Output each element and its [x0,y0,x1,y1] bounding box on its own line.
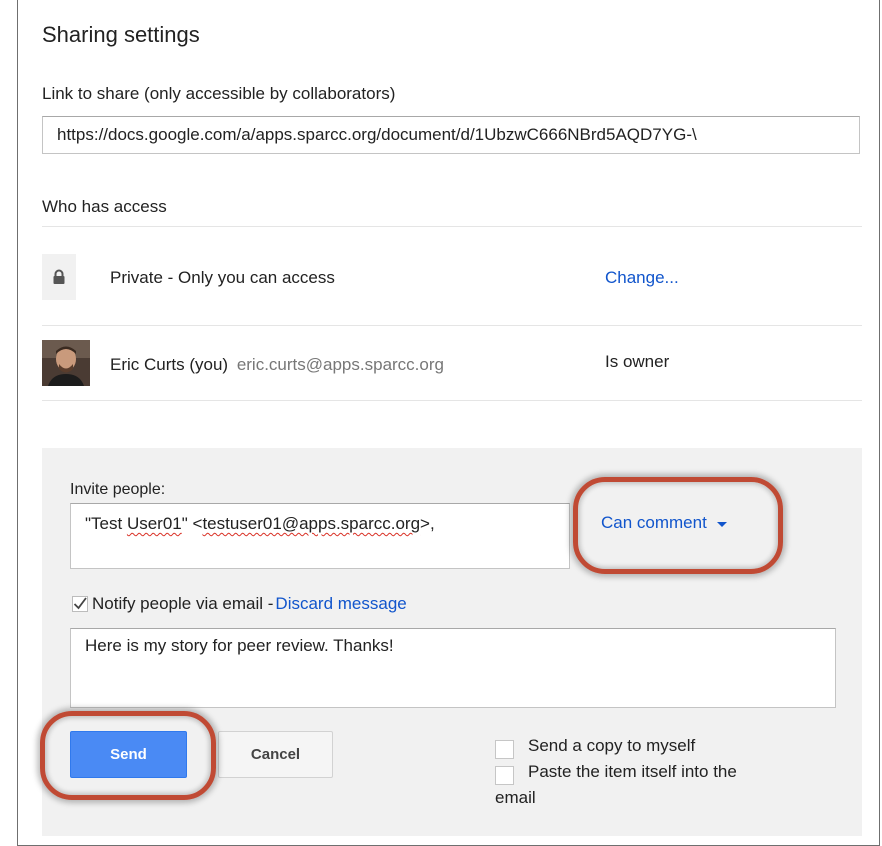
owner-role: Is owner [605,352,670,371]
owner-info: Eric Curts (you) eric.curts@apps.sparcc.… [110,355,444,375]
paste-item-label: Paste the item itself into the [528,762,737,781]
invite-value-user: User01 [126,514,182,533]
notify-checkbox[interactable] [72,596,88,612]
share-link-field[interactable]: https://docs.google.com/a/apps.sparcc.or… [42,116,860,154]
access-private-text: Private - Only you can access [110,268,335,287]
invite-value-prefix: "Test [85,514,127,533]
message-textarea[interactable]: Here is my story for peer review. Thanks… [70,628,836,708]
change-access-link[interactable]: Change... [605,268,679,288]
lock-icon [42,254,76,300]
who-has-access-label: Who has access [42,197,167,216]
link-to-share-label: Link to share (only accessible by collab… [42,84,396,103]
paste-item-checkbox[interactable] [495,766,514,785]
highlight-ring [40,711,216,800]
notify-row: Notify people via email - Discard messag… [72,594,407,614]
cancel-button[interactable]: Cancel [218,731,333,778]
divider [42,400,862,401]
invite-value-mid: " < [181,514,203,533]
invite-value-email: testuser01@apps.sparcc.org [202,514,421,533]
invite-people-input[interactable]: "Test User01" <testuser01@apps.sparcc.or… [70,503,570,569]
divider [42,325,862,326]
invite-people-label: Invite people: [70,481,166,498]
owner-email: eric.curts@apps.sparcc.org [236,355,444,374]
avatar [42,340,90,386]
notify-label: Notify people via email - [92,594,274,613]
send-copy-checkbox[interactable] [495,740,514,759]
owner-name: Eric Curts (you) [110,355,229,374]
send-copy-label: Send a copy to myself [528,736,696,755]
dialog-title: Sharing settings [42,22,200,47]
discard-message-link[interactable]: Discard message [275,594,406,614]
invite-value-suffix: >, [420,514,435,533]
highlight-ring [573,477,783,574]
divider [42,226,862,227]
paste-item-label-cont: email [495,788,536,807]
checkmark-icon [73,597,87,610]
